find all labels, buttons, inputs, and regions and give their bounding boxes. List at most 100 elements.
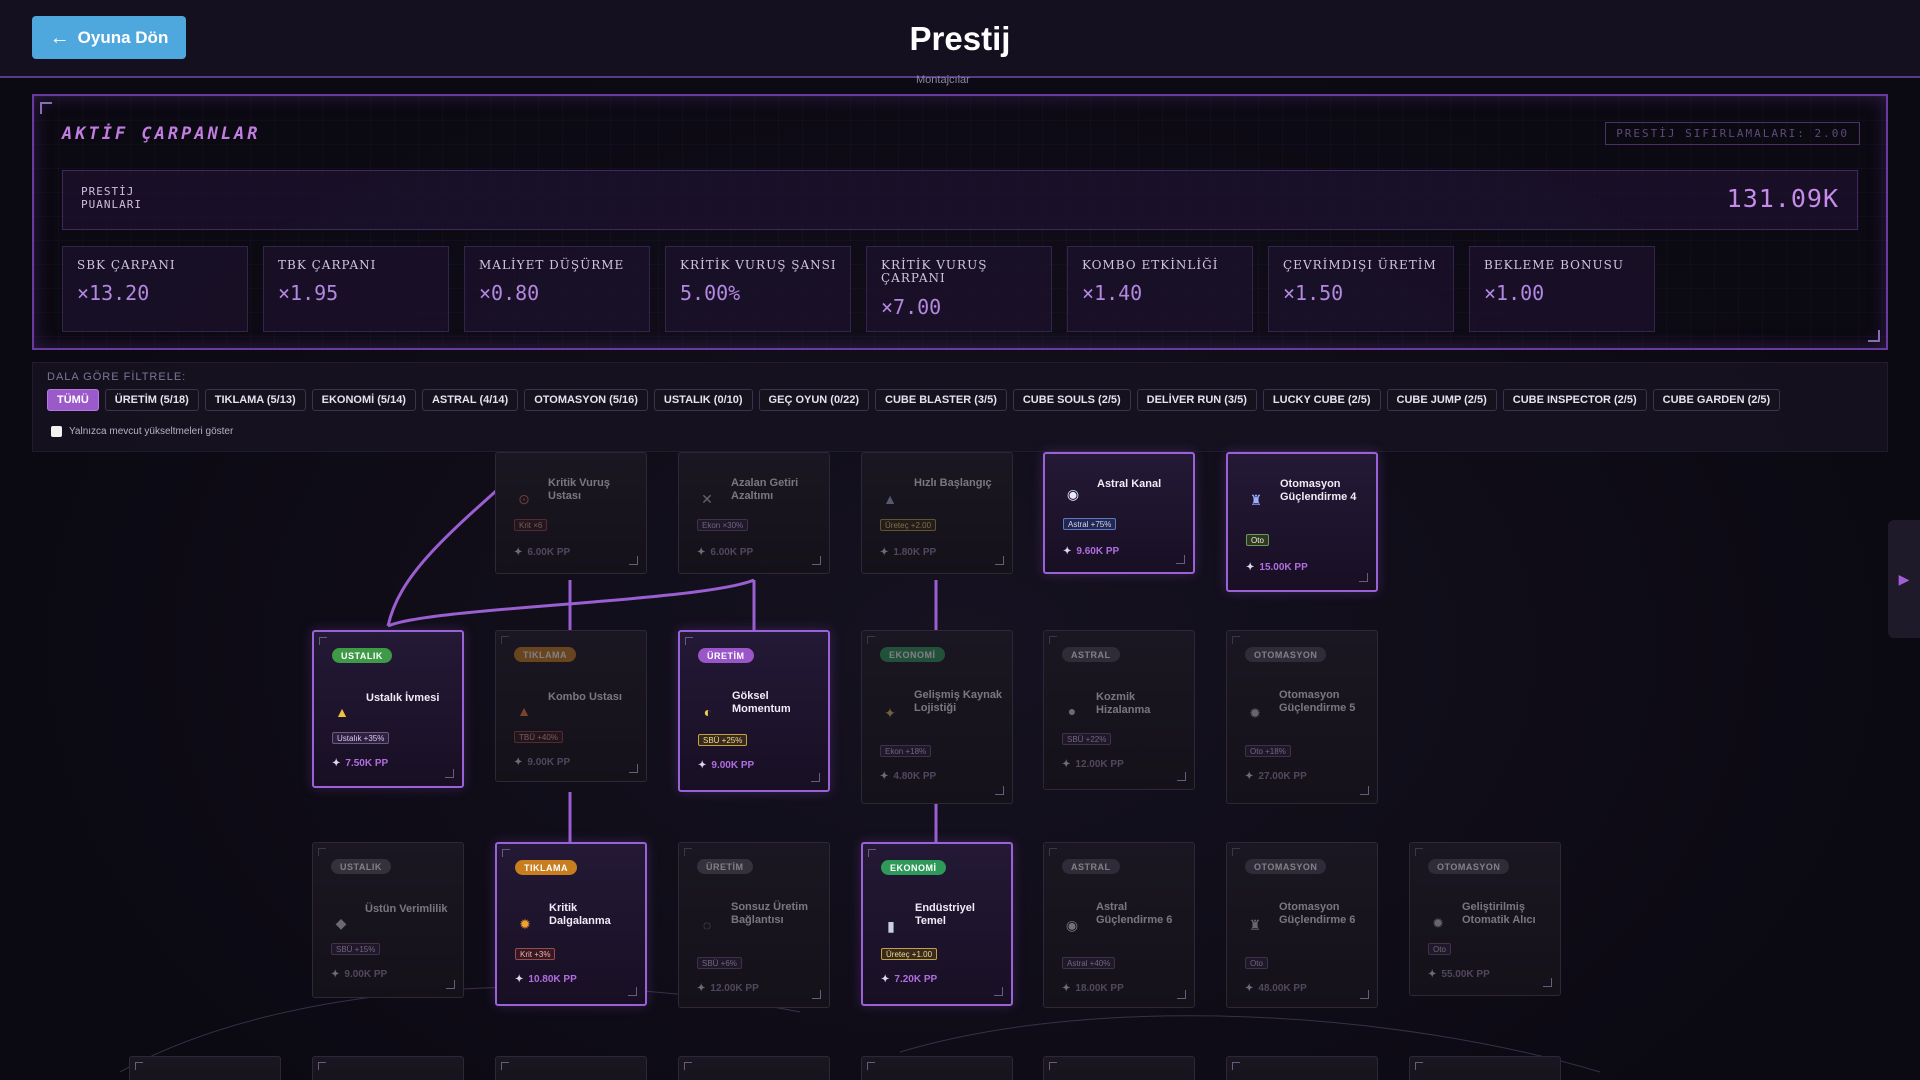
- upgrade-tree[interactable]: ⊙ Kritik Vuruş Ustası Krit ×6 ✦ 6.00K PP …: [0, 452, 1920, 1080]
- upgrade-cost: 9.00K PP: [527, 757, 571, 768]
- filter-chip-all[interactable]: TÜMÜ: [47, 389, 99, 411]
- stat-label: TBK ÇARPANI: [278, 258, 377, 272]
- upgrade-node[interactable]: TIKLAMA ▲ Kombo Ustası TBÜ +40% ✦ 9.00K P…: [495, 630, 647, 782]
- upgrade-node[interactable]: USTALIK ◆ Üstün Verimlilik SBÜ +15% ✦ 9.0…: [312, 842, 464, 998]
- branch-badge: OTOMASYON: [1245, 647, 1327, 662]
- upgrade-node[interactable]: ASTRAL ● Kozmik Hizalanma SBÜ +22% ✦ 12.0…: [1043, 630, 1195, 790]
- upgrade-node[interactable]: OTOMASYON ✹ Otomasyon Güçlendirme 5 Oto …: [1226, 630, 1378, 804]
- robot-icon: ♜: [1248, 916, 1262, 933]
- node-corner: [135, 1062, 143, 1070]
- prestige-star-icon: ✦: [1062, 759, 1071, 770]
- node-corner: [1359, 573, 1368, 582]
- filter-chip-cube-souls[interactable]: CUBE SOULS (2/5): [1012, 389, 1131, 411]
- burst-icon: ✹: [519, 915, 531, 932]
- stat-sbk-multiplier: SBK ÇARPANI ×13.20: [62, 246, 248, 332]
- upgrade-node[interactable]: TIKLAMA ✹ Kritik Dalgalanma Krit +3% ✦ 10…: [495, 842, 647, 1006]
- filter-chip-astral[interactable]: ASTRAL (4/14): [421, 389, 519, 411]
- node-corner: [1232, 1062, 1240, 1070]
- upgrade-node[interactable]: ✕ Azalan Getiri Azaltımı Ekon ×30% ✦ 6.00…: [678, 452, 830, 574]
- upgrade-node[interactable]: [1226, 1056, 1378, 1080]
- filter-chip-cube-blaster[interactable]: CUBE BLASTER (3/5): [875, 389, 1007, 411]
- filter-label: DALA GÖRE FİLTRELE:: [47, 371, 187, 383]
- upgrade-cost: 55.00K PP: [1441, 969, 1490, 980]
- upgrade-name: Kombo Ustası: [548, 691, 622, 703]
- upgrade-node[interactable]: [1409, 1056, 1561, 1080]
- stat-label: KOMBO ETKİNLİĞİ: [1082, 258, 1219, 272]
- upgrade-node[interactable]: [678, 1056, 830, 1080]
- node-corner: [318, 1062, 326, 1070]
- prestige-screen: ← Oyuna Dön Prestij Montajcılar AKTİF ÇA…: [0, 0, 1920, 1080]
- stat-label: BEKLEME BONUSU: [1484, 258, 1624, 272]
- side-panel-toggle[interactable]: ▶: [1888, 520, 1920, 638]
- upgrade-node[interactable]: EKONOMİ ▮ Endüstriyel Temel Üreteç +1.00…: [861, 842, 1013, 1006]
- filter-chip-deliver-run[interactable]: DELİVER RUN (3/5): [1136, 389, 1257, 411]
- upgrade-node[interactable]: ◉ Astral Kanal Astral +75% ✦ 9.60K PP: [1043, 452, 1195, 574]
- upgrade-name: Hızlı Başlangıç: [914, 477, 992, 489]
- filter-chip-lucky-cube[interactable]: LUCKY CUBE (2/5): [1262, 389, 1381, 411]
- filter-chip-production[interactable]: ÜRETİM (5/18): [104, 389, 199, 411]
- multipliers-title: AKTİF ÇARPANLAR: [62, 124, 261, 144]
- upgrade-node[interactable]: USTALIK ▲ Ustalık İvmesi Ustalık +35% ✦ 7…: [312, 630, 464, 788]
- prestige-star-icon: ✦: [881, 974, 890, 985]
- node-corner: [684, 1062, 692, 1070]
- filter-chip-automation[interactable]: OTOMASYON (5/16): [524, 389, 648, 411]
- upgrade-effect: Krit ×6: [514, 519, 548, 531]
- active-multipliers-panel: AKTİF ÇARPANLAR PRESTİJ SIFIRLAMALARI: 2…: [32, 94, 1888, 350]
- prestige-star-icon: ✦: [515, 974, 524, 985]
- prestige-star-icon: ✦: [1428, 969, 1437, 980]
- node-corner: [1177, 990, 1186, 999]
- filter-chip-cube-garden[interactable]: CUBE GARDEN (2/5): [1652, 389, 1781, 411]
- filter-chip-cube-inspector[interactable]: CUBE INSPECTOR (2/5): [1502, 389, 1647, 411]
- upgrade-node[interactable]: [129, 1056, 281, 1080]
- upgrade-name: Kritik Vuruş Ustası: [548, 477, 610, 502]
- upgrade-cost: 7.50K PP: [345, 758, 389, 769]
- upgrade-cost: 9.00K PP: [711, 760, 755, 771]
- upgrade-node[interactable]: [495, 1056, 647, 1080]
- node-corner: [1543, 978, 1552, 987]
- branch-badge: ÜRETİM: [698, 648, 754, 663]
- stat-crit-multiplier: KRİTİK VURUŞ ÇARPANI ×7.00: [866, 246, 1052, 332]
- node-corner: [1177, 772, 1186, 781]
- branch-badge: OTOMASYON: [1245, 859, 1327, 874]
- filter-chip-economy[interactable]: EKONOMİ (5/14): [311, 389, 416, 411]
- upgrade-effect: Ustalık +35%: [332, 732, 390, 744]
- stat-crit-chance: KRİTİK VURUŞ ŞANSI 5.00%: [665, 246, 851, 332]
- upgrade-node[interactable]: ♜ Otomasyon Güçlendirme 4 Oto ✦ 15.00K PP: [1226, 452, 1378, 592]
- prestige-star-icon: ✦: [331, 969, 340, 980]
- upgrade-name: Otomasyon Güçlendirme 5: [1279, 689, 1356, 714]
- fire-icon: ▲: [517, 703, 531, 719]
- upgrade-cost: 12.00K PP: [710, 983, 759, 994]
- upgrade-cost: 9.00K PP: [344, 969, 388, 980]
- upgrade-node[interactable]: OTOMASYON ♜ Otomasyon Güçlendirme 6 Oto …: [1226, 842, 1378, 1008]
- stat-combo-efficiency: KOMBO ETKİNLİĞİ ×1.40: [1067, 246, 1253, 332]
- upgrade-effect: Oto: [1245, 957, 1268, 969]
- only-available-toggle[interactable]: Yalnızca mevcut yükseltmeleri göster: [51, 426, 233, 437]
- upgrade-effect: Oto: [1246, 534, 1269, 546]
- upgrade-node[interactable]: [312, 1056, 464, 1080]
- filter-chip-click[interactable]: TIKLAMA (5/13): [204, 389, 306, 411]
- upgrade-node[interactable]: ÜRETİM ◌ Sonsuz Üretim Bağlantısı SBÜ +6…: [678, 842, 830, 1008]
- only-available-checkbox[interactable]: [51, 426, 62, 437]
- upgrade-cost: 15.00K PP: [1259, 562, 1308, 573]
- infinity-icon: ◌: [702, 917, 712, 933]
- upgrade-node[interactable]: ⊙ Kritik Vuruş Ustası Krit ×6 ✦ 6.00K PP: [495, 452, 647, 574]
- upgrade-node[interactable]: OTOMASYON ✹ Geliştirilmiş Otomatik Alıcı…: [1409, 842, 1561, 996]
- filter-chip-cube-jump[interactable]: CUBE JUMP (2/5): [1386, 389, 1497, 411]
- upgrade-node[interactable]: ▲ Hızlı Başlangıç Üreteç +2.00 ✦ 1.80K PP: [861, 452, 1013, 574]
- upgrade-cost: 18.00K PP: [1075, 983, 1124, 994]
- upgrade-name: Sonsuz Üretim Bağlantısı: [731, 901, 809, 926]
- upgrade-node[interactable]: [1043, 1056, 1195, 1080]
- upgrade-cost: 10.80K PP: [528, 974, 577, 985]
- compass-icon: ✦: [884, 704, 896, 721]
- filter-chip-mastery[interactable]: USTALIK (0/10): [653, 389, 753, 411]
- prestige-star-icon: ✦: [1062, 983, 1071, 994]
- stat-idle-bonus: BEKLEME BONUSU ×1.00: [1469, 246, 1655, 332]
- prestige-star-icon: ✦: [1246, 562, 1255, 573]
- upgrade-node[interactable]: ÜRETİM ◐ Göksel Momentum SBÜ +25% ✦ 9.00K…: [678, 630, 830, 792]
- node-corner: [867, 636, 875, 644]
- upgrade-cost: 48.00K PP: [1258, 983, 1307, 994]
- upgrade-node[interactable]: ASTRAL ◉ Astral Güçlendirme 6 Astral +40…: [1043, 842, 1195, 1008]
- filter-chip-late-game[interactable]: GEÇ OYUN (0/22): [758, 389, 870, 411]
- upgrade-node[interactable]: EKONOMİ ✦ Gelişmiş Kaynak Lojistiği Ekon…: [861, 630, 1013, 804]
- upgrade-node[interactable]: [861, 1056, 1013, 1080]
